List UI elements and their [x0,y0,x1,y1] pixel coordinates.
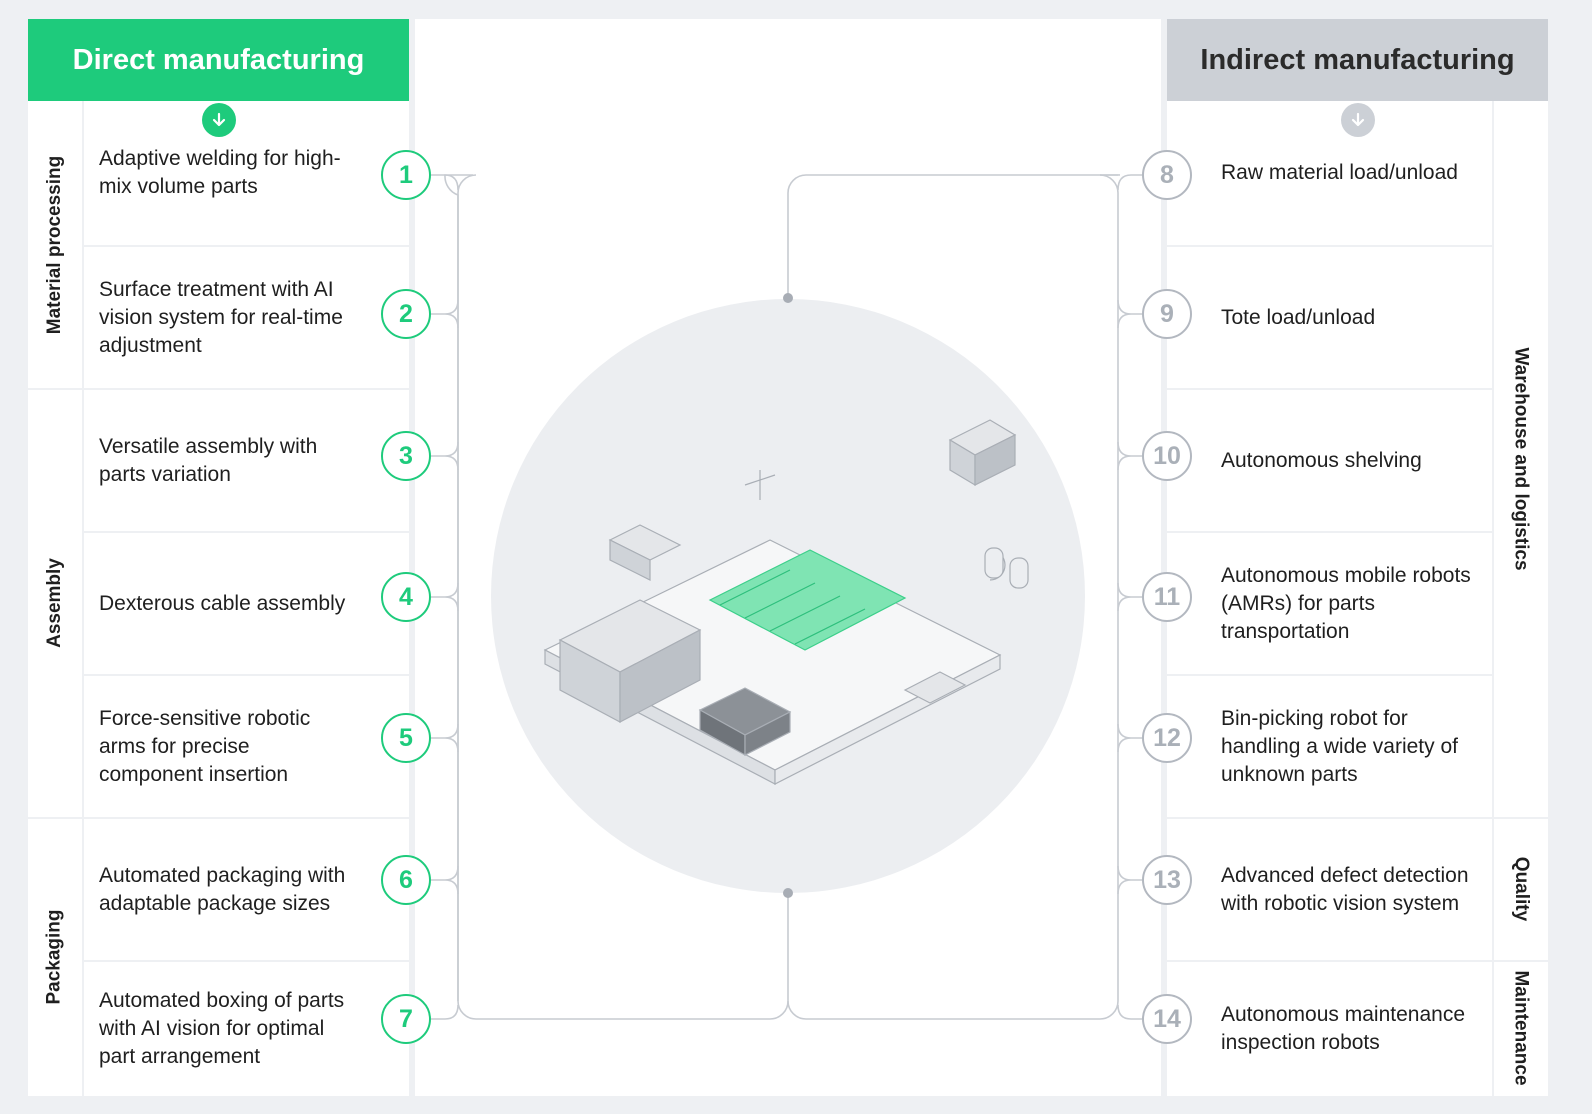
number-badge-13: 13 [1142,855,1192,905]
number-badge-6: 6 [381,855,431,905]
connector-diagram [431,174,1142,1020]
number-badge-4: 4 [381,572,431,622]
number-badge-10: 10 [1142,431,1192,481]
number-badge-8: 8 [1142,150,1192,200]
number-badge-3: 3 [381,431,431,481]
number-badge-14: 14 [1142,994,1192,1044]
number-badge-5: 5 [381,713,431,763]
connector-dot-top [783,293,793,303]
number-badge-7: 7 [381,994,431,1044]
number-badge-12: 12 [1142,713,1192,763]
left-branches [431,174,459,1020]
number-badge-1: 1 [381,150,431,200]
number-badge-2: 2 [381,289,431,339]
right-branches [1117,174,1142,1020]
number-badge-11: 11 [1142,572,1192,622]
connector-dot-bottom [783,888,793,898]
number-badge-9: 9 [1142,289,1192,339]
